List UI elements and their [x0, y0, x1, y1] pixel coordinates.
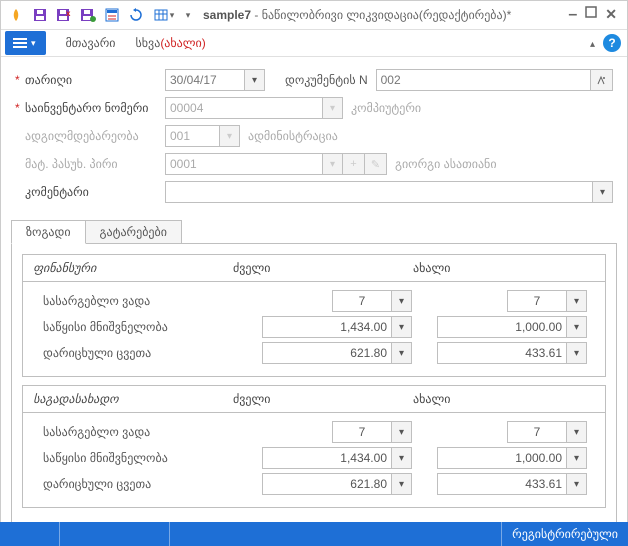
old-header2: ძველი: [223, 386, 403, 412]
location-dropdown: ▾: [220, 125, 240, 147]
statusbar: რეგისტრირებული: [0, 522, 628, 546]
status-fill: [170, 522, 502, 546]
date-dropdown[interactable]: ▾: [245, 69, 265, 91]
tax-init-new[interactable]: 1,000.00: [437, 447, 567, 469]
fin-init-new[interactable]: 1,000.00: [437, 316, 567, 338]
tax-init-new-dd[interactable]: ▾: [567, 447, 587, 469]
window-title: sample7 - ნაწილობრივი ლიკვიდაცია(რედაქტი…: [203, 8, 568, 22]
tax-life-new[interactable]: 7: [507, 421, 567, 443]
fin-depr-new-dd[interactable]: ▾: [567, 342, 587, 364]
tax-initial-label: საწყისი მნიშვნელობა: [33, 451, 243, 465]
old-header: ძველი: [223, 255, 403, 281]
comment-dropdown[interactable]: ▾: [593, 181, 613, 203]
status-text: რეგისტრირებული: [502, 522, 628, 546]
comment-label: კომენტარი: [25, 185, 165, 199]
fin-init-new-dd[interactable]: ▾: [567, 316, 587, 338]
maximize-button[interactable]: [585, 6, 597, 24]
help-button[interactable]: ?: [603, 34, 621, 52]
fin-depr-old[interactable]: 621.80: [262, 342, 392, 364]
table-dropdown-icon[interactable]: ▾: [149, 4, 179, 26]
file-menu[interactable]: ▾: [5, 31, 46, 55]
fin-initial-label: საწყისი მნიშვნელობა: [33, 320, 243, 334]
save-new-icon[interactable]: [77, 4, 99, 26]
fin-life-old-dd[interactable]: ▾: [392, 290, 412, 312]
fin-life-new[interactable]: 7: [507, 290, 567, 312]
responsible-field: 0001: [165, 153, 323, 175]
fin-depr-new[interactable]: 433.61: [437, 342, 567, 364]
new-header: ახალი: [403, 255, 583, 281]
new-header2: ახალი: [403, 386, 583, 412]
tax-depr-new-dd[interactable]: ▾: [567, 473, 587, 495]
form-area: * თარიღი 30/04/17 ▾ დოკუმენტის N 002 * ს…: [1, 57, 627, 213]
title-name: sample7: [203, 8, 251, 22]
required-marker: *: [15, 101, 25, 115]
app-icon: [5, 4, 27, 26]
location-desc: ადმინისტრაცია: [248, 129, 338, 143]
tab-other-prefix: სხვა: [136, 36, 161, 50]
minimize-button[interactable]: –: [568, 6, 577, 24]
tax-depr-old-dd[interactable]: ▾: [392, 473, 412, 495]
responsible-edit: ✎: [365, 153, 387, 175]
fin-depr-old-dd[interactable]: ▾: [392, 342, 412, 364]
titlebar: x ▾ ▾ sample7 - ნაწილობრივი ლიკვიდაცია(რ…: [1, 1, 627, 29]
doc-lookup-button[interactable]: [591, 69, 613, 91]
tab-postings[interactable]: გატარებები: [86, 220, 182, 244]
location-label: ადგილმდებარეობა: [25, 129, 165, 143]
tax-depr-new[interactable]: 433.61: [437, 473, 567, 495]
required-marker: *: [15, 73, 25, 87]
tax-init-old-dd[interactable]: ▾: [392, 447, 412, 469]
responsible-desc: გიორგი ასათიანი: [395, 157, 497, 171]
fin-life-old[interactable]: 7: [332, 290, 392, 312]
inventory-field[interactable]: 00004: [165, 97, 323, 119]
tax-life-new-dd[interactable]: ▾: [567, 421, 587, 443]
responsible-label: მატ. პასუხ. პირი: [25, 157, 165, 171]
status-seg1: [0, 522, 60, 546]
tab-content: ფინანსური ძველი ახალი სასარგებლო ვადა 7▾…: [11, 243, 617, 535]
tax-depr-label: დარიცხული ცვეთა: [33, 477, 243, 491]
svg-text:x: x: [66, 9, 71, 18]
date-field[interactable]: 30/04/17: [165, 69, 245, 91]
window-controls: – ✕: [568, 6, 623, 24]
section-tax: საგადასახადო ძველი ახალი სასარგებლო ვადა…: [22, 385, 606, 508]
refresh-icon[interactable]: [125, 4, 147, 26]
tax-life-old-dd[interactable]: ▾: [392, 421, 412, 443]
doc-number-field[interactable]: 002: [376, 69, 591, 91]
inventory-label: საინვენტარო ნომერი: [25, 101, 165, 115]
tax-init-old[interactable]: 1,434.00: [262, 447, 392, 469]
fin-init-old[interactable]: 1,434.00: [262, 316, 392, 338]
tab-other[interactable]: სხვა(ახალი): [136, 36, 206, 50]
responsible-dropdown: ▾: [323, 153, 343, 175]
tax-header: საგადასახადო: [23, 386, 223, 412]
tab-main[interactable]: მთავარი: [66, 36, 116, 50]
ribbon-collapse[interactable]: [590, 36, 595, 50]
section-financial: ფინანსური ძველი ახალი სასარგებლო ვადა 7▾…: [22, 254, 606, 377]
financial-header: ფინანსური: [23, 255, 223, 281]
tax-useful-life-label: სასარგებლო ვადა: [33, 425, 243, 439]
responsible-add: +: [343, 153, 365, 175]
doc-number-label: დოკუმენტის N: [285, 73, 368, 87]
location-field: 001: [165, 125, 220, 147]
close-button[interactable]: ✕: [605, 6, 617, 24]
inventory-desc: კომპიუტერი: [351, 101, 421, 115]
form-icon[interactable]: [101, 4, 123, 26]
detail-tabs: ზოგადი გატარებები ფინანსური ძველი ახალი …: [11, 219, 617, 535]
tab-other-suffix: (ახალი): [160, 36, 205, 50]
tax-life-old[interactable]: 7: [332, 421, 392, 443]
save-icon[interactable]: [29, 4, 51, 26]
tab-general[interactable]: ზოგადი: [11, 220, 86, 244]
inventory-dropdown[interactable]: ▾: [323, 97, 343, 119]
fin-depr-label: დარიცხული ცვეთა: [33, 346, 243, 360]
fin-init-old-dd[interactable]: ▾: [392, 316, 412, 338]
comment-field[interactable]: [165, 181, 593, 203]
fin-life-new-dd[interactable]: ▾: [567, 290, 587, 312]
save-close-icon[interactable]: x: [53, 4, 75, 26]
date-label: თარიღი: [25, 73, 165, 87]
status-seg2: [60, 522, 170, 546]
ribbon: ▾ მთავარი სხვა(ახალი) ?: [1, 29, 627, 57]
fin-useful-life-label: სასარგებლო ვადა: [33, 294, 243, 308]
toolbar-overflow[interactable]: ▾: [181, 4, 195, 26]
tax-depr-old[interactable]: 621.80: [262, 473, 392, 495]
title-desc: - ნაწილობრივი ლიკვიდაცია(რედაქტირება)*: [251, 8, 511, 22]
